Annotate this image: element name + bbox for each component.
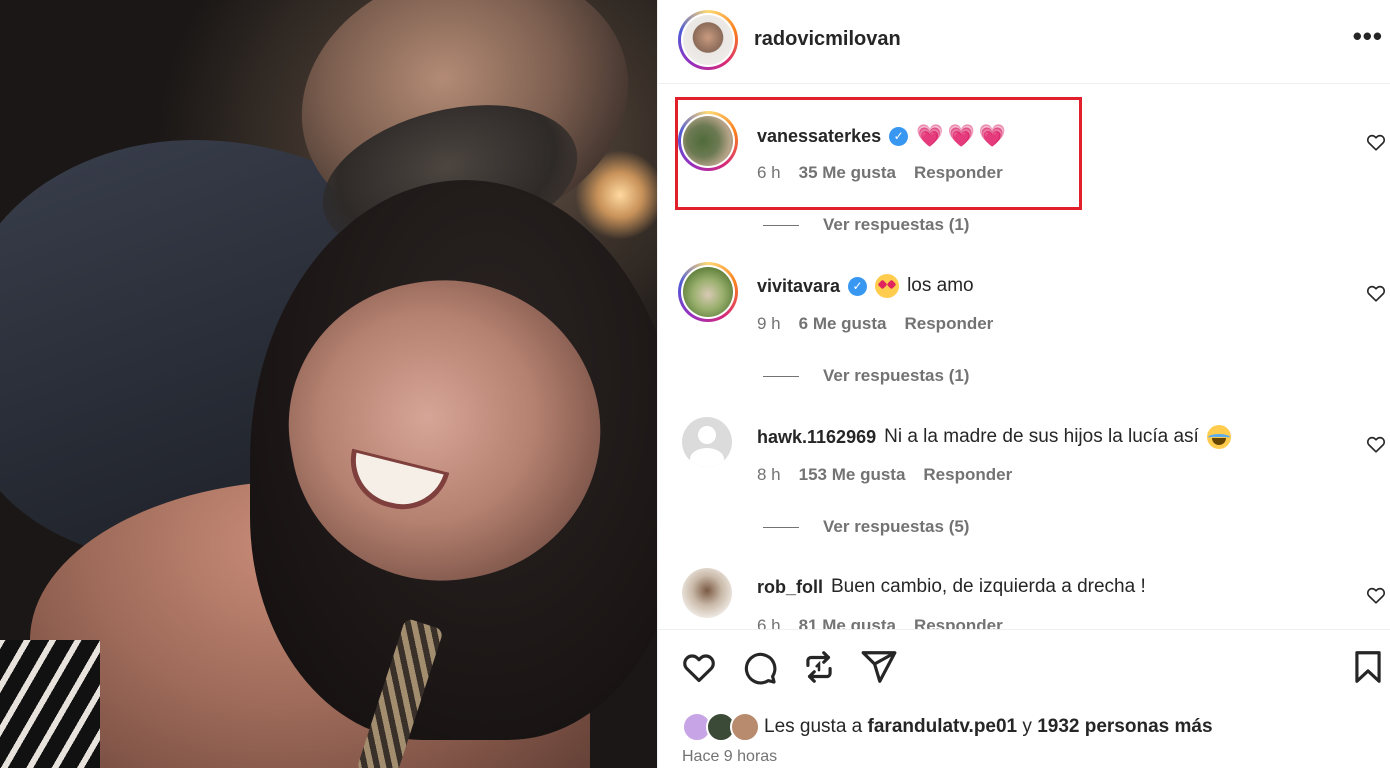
view-replies-button[interactable]: Ver respuestas (1) — [763, 366, 969, 386]
comment-likes[interactable]: 6 Me gusta — [799, 314, 887, 334]
save-bookmark-icon[interactable] — [1349, 648, 1387, 686]
comment-avatar[interactable] — [678, 262, 738, 322]
view-replies-label: Ver respuestas (5) — [823, 517, 970, 536]
comment-username[interactable]: rob_foll — [757, 577, 823, 598]
owner-username[interactable]: radovicmilovan — [754, 28, 901, 51]
comment-time[interactable]: 9 h — [757, 314, 781, 334]
comment-text: Buen cambio, de izquierda a drecha ! — [831, 576, 1146, 597]
photo-top — [0, 640, 100, 768]
likes-summary: Les gusta a farandulatv.pe01 y 1932 pers… — [682, 712, 1213, 742]
post-actions-bar — [658, 640, 1390, 700]
likes-conjunction: y — [1022, 716, 1032, 737]
share-send-icon[interactable] — [860, 648, 898, 686]
comment-like-heart-icon[interactable] — [1365, 131, 1387, 153]
comment-bubble-icon[interactable] — [740, 648, 778, 686]
comment-meta: 6 h 81 Me gusta Responder — [757, 616, 1003, 629]
comment-time[interactable]: 8 h — [757, 465, 781, 485]
comment-item: rob_foll Buen cambio, de izquierda a dre… — [658, 538, 1390, 629]
comment-like-heart-icon[interactable] — [1365, 433, 1387, 455]
laughing-emoji-icon — [1206, 425, 1231, 449]
view-replies-label: Ver respuestas (1) — [823, 215, 970, 234]
reply-button[interactable]: Responder — [905, 314, 994, 334]
verified-badge-icon: ✓ — [848, 276, 868, 296]
owner-avatar[interactable] — [678, 10, 738, 70]
comment-text-line: vivitavara ✓ los amo — [757, 274, 974, 298]
view-replies-label: Ver respuestas (1) — [823, 366, 970, 385]
comment-like-heart-icon[interactable] — [1365, 282, 1387, 304]
comments-list[interactable]: vanessaterkes ✓ 💗💗💗 6 h 35 Me gusta Resp… — [658, 85, 1390, 630]
post-side-panel: radovicmilovan ••• vanessaterkes ✓ 💗💗💗 6… — [657, 0, 1390, 768]
post-photo[interactable] — [0, 0, 657, 768]
comment-item: vanessaterkes ✓ 💗💗💗 6 h 35 Me gusta Resp… — [658, 85, 1390, 210]
comment-text-line: rob_foll Buen cambio, de izquierda a dre… — [757, 576, 1146, 598]
replies-rule — [763, 224, 799, 226]
default-avatar-icon[interactable] — [682, 417, 732, 467]
comment-meta: 8 h 153 Me gusta Responder — [757, 465, 1012, 485]
comment-text-line: hawk.1162969 Ni a la madre de sus hijos … — [757, 425, 1231, 449]
comment-username[interactable]: hawk.1162969 — [757, 427, 876, 448]
comment-text: Ni a la madre de sus hijos la lucía así — [884, 426, 1199, 447]
liker-avatar — [730, 712, 760, 742]
comment-like-heart-icon[interactable] — [1365, 584, 1387, 606]
comment-username[interactable]: vivitavara — [757, 276, 840, 297]
comment-likes[interactable]: 81 Me gusta — [799, 616, 896, 629]
post-header: radovicmilovan ••• — [658, 0, 1390, 84]
comment-time[interactable]: 6 h — [757, 616, 781, 629]
liker-avatars — [682, 712, 760, 742]
comment-item: vivitavara ✓ los amo 9 h 6 Me gusta Resp… — [658, 236, 1390, 336]
comment-likes[interactable]: 153 Me gusta — [799, 465, 906, 485]
likes-prefix: Les gusta a — [764, 716, 863, 737]
replies-rule — [763, 375, 799, 377]
comment-item: hawk.1162969 Ni a la madre de sus hijos … — [658, 387, 1390, 487]
comment-avatar[interactable] — [682, 568, 732, 618]
reply-button[interactable]: Responder — [914, 616, 1003, 629]
more-options-icon[interactable]: ••• — [1353, 23, 1383, 49]
view-replies-button[interactable]: Ver respuestas (5) — [763, 517, 969, 537]
view-replies-button[interactable]: Ver respuestas (1) — [763, 215, 969, 235]
heart-eyes-emoji-icon — [875, 274, 900, 298]
replies-rule — [763, 526, 799, 528]
likes-user-link[interactable]: farandulatv.pe01 — [868, 716, 1018, 738]
highlight-box — [675, 97, 1082, 210]
reply-button[interactable]: Responder — [923, 465, 1012, 485]
comment-meta: 9 h 6 Me gusta Responder — [757, 314, 993, 334]
like-heart-icon[interactable] — [680, 648, 718, 686]
likes-others-link[interactable]: 1932 personas más — [1037, 716, 1212, 738]
post-time-ago[interactable]: Hace 9 horas — [682, 748, 777, 766]
comment-text: los amo — [907, 275, 974, 296]
repost-icon[interactable] — [800, 648, 838, 686]
